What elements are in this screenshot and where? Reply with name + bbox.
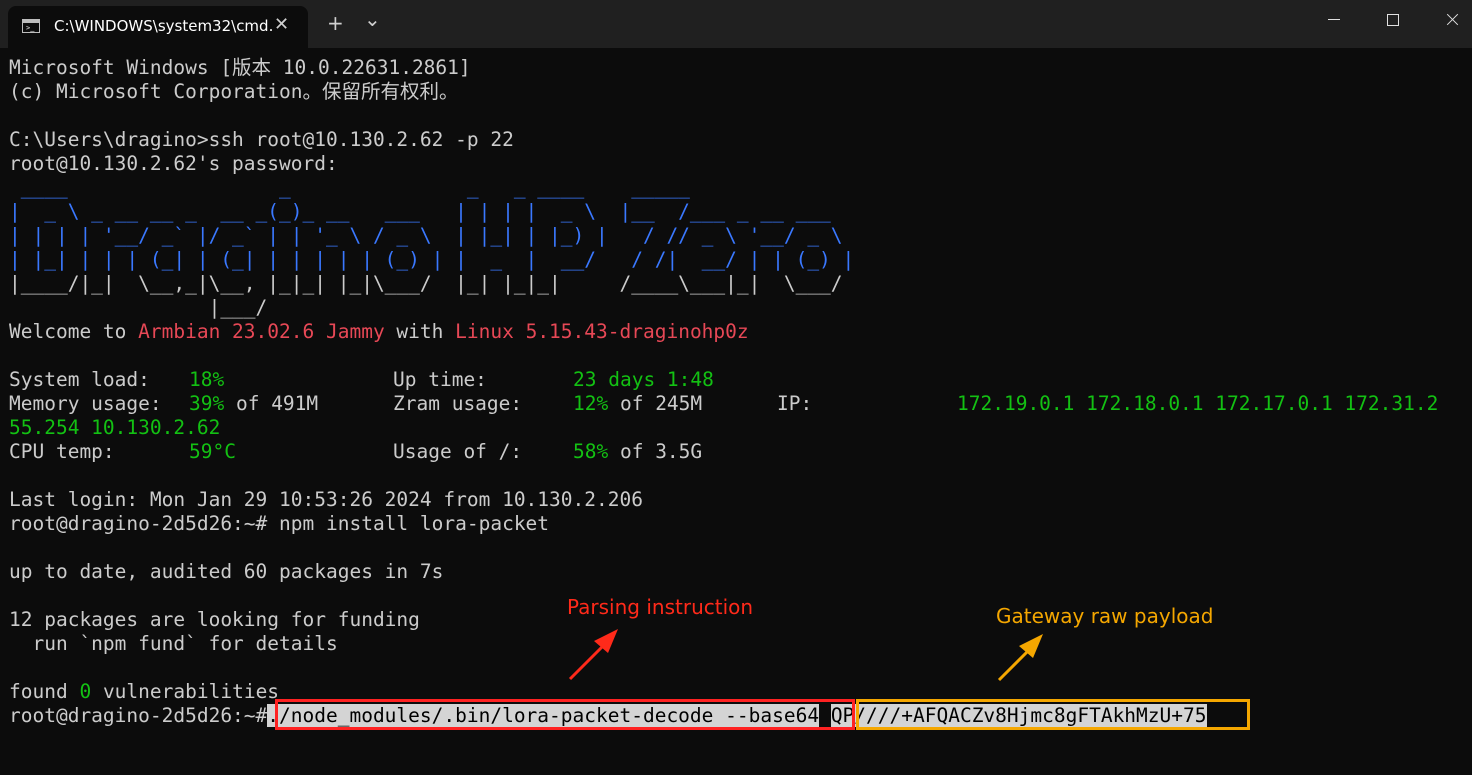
gateway-payload-label: Gateway raw payload	[996, 604, 1214, 628]
annotation-arrows	[568, 629, 1043, 682]
payload-arrow-shaft	[997, 646, 1033, 682]
parsing-arrow-shaft	[568, 641, 608, 681]
parsing-instruction-label: Parsing instruction	[567, 595, 754, 619]
